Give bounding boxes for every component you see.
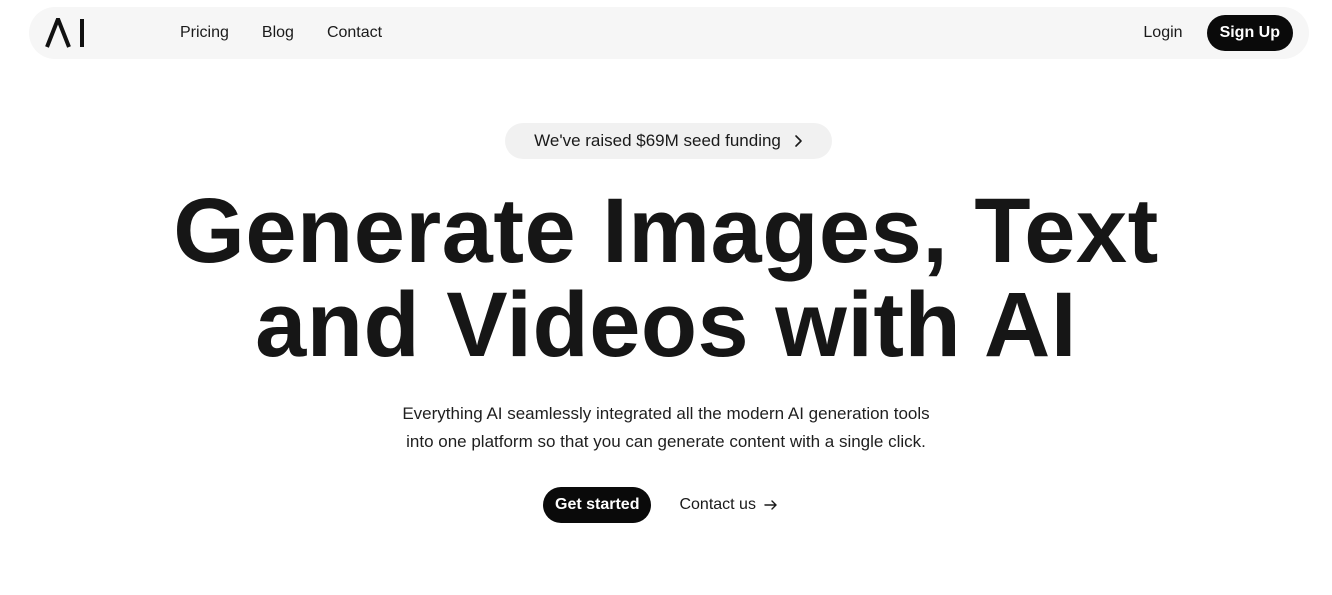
login-link[interactable]: Login — [1143, 24, 1182, 42]
get-started-button[interactable]: Get started — [543, 487, 652, 523]
nav-link-contact[interactable]: Contact — [327, 24, 382, 42]
nav-link-blog[interactable]: Blog — [262, 24, 294, 42]
arrow-right-icon — [764, 499, 778, 511]
nav-link-pricing[interactable]: Pricing — [180, 24, 229, 42]
hero-subtitle-line-1: Everything AI seamlessly integrated all … — [402, 404, 930, 423]
hero-title-line-2: and Videos with AI — [255, 274, 1077, 376]
nav-auth-actions: Login Sign Up — [1143, 7, 1293, 59]
funding-announcement-pill[interactable]: We've raised $69M seed funding — [505, 123, 832, 159]
ai-logo[interactable] — [45, 18, 87, 48]
hero-title: Generate Images, Text and Videos with AI — [0, 184, 1332, 372]
top-navbar: Pricing Blog Contact Login Sign Up — [29, 7, 1309, 59]
chevron-right-icon — [793, 134, 803, 148]
nav-links: Pricing Blog Contact — [180, 7, 382, 59]
hero-subtitle-line-2: into one platform so that you can genera… — [406, 432, 926, 451]
sign-up-button[interactable]: Sign Up — [1206, 15, 1293, 51]
hero-cta-row: Get started Contact us — [543, 487, 778, 523]
hero-title-line-1: Generate Images, Text — [173, 180, 1159, 282]
landing-page: Pricing Blog Contact Login Sign Up We've… — [0, 0, 1332, 595]
logo-mark-icon — [45, 18, 84, 48]
announcement-text: We've raised $69M seed funding — [534, 131, 781, 150]
contact-us-link[interactable]: Contact us — [679, 496, 777, 514]
contact-us-label: Contact us — [679, 496, 756, 513]
hero-subtitle: Everything AI seamlessly integrated all … — [0, 400, 1332, 456]
